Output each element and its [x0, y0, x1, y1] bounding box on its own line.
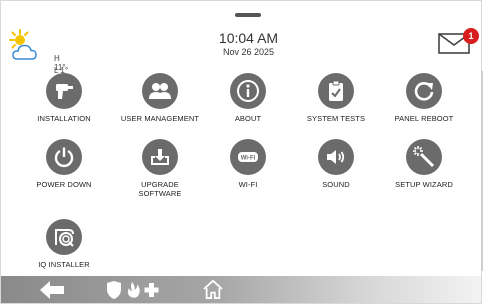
- scrollbar[interactable]: [481, 71, 483, 271]
- panel-reboot-label: PANEL REBOOT: [394, 114, 454, 123]
- upgrade-software-button[interactable]: UPGRADE SOFTWARE: [115, 139, 205, 198]
- wifi-button[interactable]: Wi-Fi WI-FI: [203, 139, 293, 189]
- iq-installer-button[interactable]: IQ INSTALLER: [19, 219, 109, 269]
- partly-sunny-icon: [9, 29, 37, 60]
- clock-date: Nov 26 2025: [222, 47, 275, 57]
- power-down-label: POWER DOWN: [36, 180, 92, 189]
- installation-label: INSTALLATION: [37, 114, 91, 123]
- sound-button[interactable]: SOUND: [291, 139, 381, 189]
- iq-installer-icon: [46, 219, 82, 255]
- clock: 10:04 AM Nov 26 2025: [181, 31, 316, 58]
- iq-installer-label: IQ INSTALLER: [38, 260, 90, 269]
- power-icon: [46, 139, 82, 175]
- svg-text:Wi-Fi: Wi-Fi: [241, 156, 256, 162]
- bottom-navigation-bar: [1, 276, 481, 303]
- setup-wizard-label: SETUP WIZARD: [395, 180, 453, 189]
- speaker-icon: [318, 139, 354, 175]
- back-arrow-icon[interactable]: [39, 280, 65, 300]
- home-icon[interactable]: [201, 279, 225, 299]
- setup-wizard-button[interactable]: SETUP WIZARD: [379, 139, 469, 189]
- user-management-button[interactable]: USER MANAGEMENT: [115, 73, 205, 123]
- pull-down-handle[interactable]: [235, 13, 261, 17]
- sound-label: SOUND: [322, 180, 350, 189]
- installation-button[interactable]: INSTALLATION: [19, 73, 109, 123]
- weather-widget[interactable]: H 11° L 1°: [9, 29, 69, 75]
- system-tests-label: SYSTEM TESTS: [306, 114, 366, 123]
- wifi-icon: Wi-Fi: [230, 139, 266, 175]
- panel-reboot-button[interactable]: PANEL REBOOT: [379, 73, 469, 123]
- upgrade-software-icon: [142, 139, 178, 175]
- about-button[interactable]: ABOUT: [203, 73, 293, 123]
- clipboard-check-icon: [318, 73, 354, 109]
- emergency-icons[interactable]: [105, 280, 161, 300]
- about-label: ABOUT: [234, 114, 262, 123]
- wifi-label: WI-FI: [238, 180, 258, 189]
- power-down-button[interactable]: POWER DOWN: [19, 139, 109, 189]
- upgrade-software-label: UPGRADE SOFTWARE: [138, 180, 182, 198]
- users-icon: [142, 73, 178, 109]
- info-icon: [230, 73, 266, 109]
- screen-frame: H 11° L 1° 10:04 AM Nov 26 2025 1 INSTAL…: [0, 0, 483, 304]
- message-count-badge[interactable]: 1: [463, 28, 479, 44]
- drill-icon: [46, 73, 82, 109]
- clock-time: 10:04 AM: [218, 30, 279, 46]
- wand-icon: [406, 139, 442, 175]
- reboot-icon: [406, 73, 442, 109]
- system-tests-button[interactable]: SYSTEM TESTS: [291, 73, 381, 123]
- user-management-label: USER MANAGEMENT: [120, 114, 200, 123]
